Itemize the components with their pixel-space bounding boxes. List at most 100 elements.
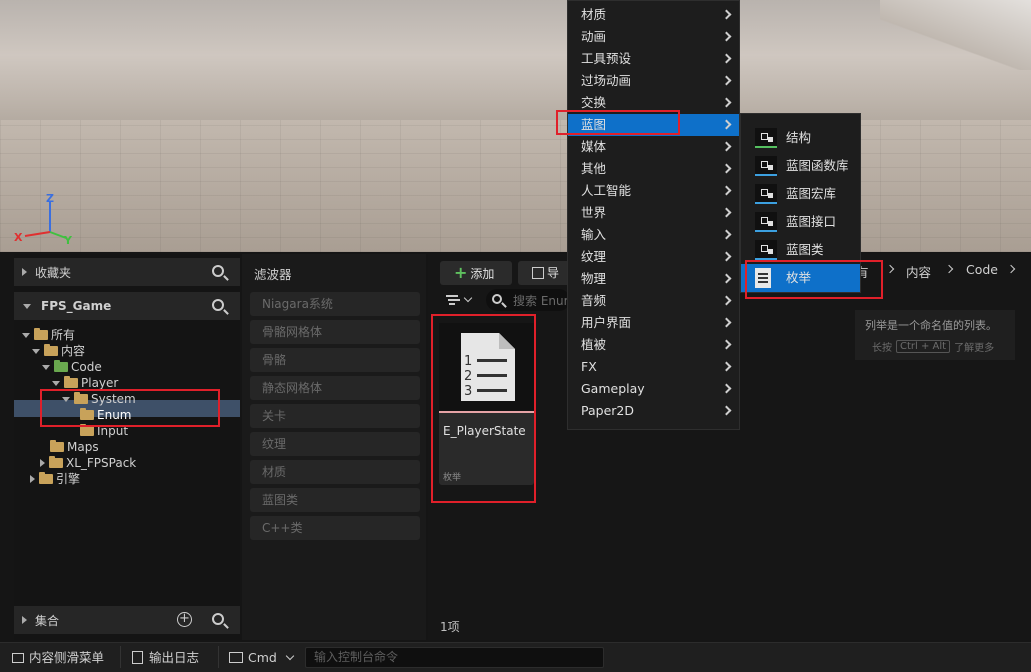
menu-item-media[interactable]: 媒体	[568, 136, 739, 158]
menu-item-paper2d[interactable]: Paper2D	[568, 400, 739, 422]
submenu-item-macro-library[interactable]: 蓝图宏库	[741, 180, 860, 208]
cmd-dropdown[interactable]: Cmd	[229, 644, 299, 672]
menu-item-physics[interactable]: 物理	[568, 268, 739, 290]
project-label: FPS_Game	[41, 299, 112, 313]
filter-skeletal-mesh[interactable]: 骨骼网格体	[250, 320, 420, 344]
console-input[interactable]: 输入控制台命令	[305, 647, 604, 668]
menu-item-material[interactable]: 材质	[568, 4, 739, 26]
folder-icon	[49, 456, 63, 468]
filter-texture[interactable]: 纹理	[250, 432, 420, 456]
collapse-icon	[52, 380, 60, 386]
filter-cpp-class[interactable]: C++类	[250, 516, 420, 540]
chevron-right-icon	[721, 97, 732, 108]
submenu-item-interface[interactable]: 蓝图接口	[741, 208, 860, 236]
menu-item-label: 交换	[581, 95, 607, 110]
menu-item-texture[interactable]: 纹理	[568, 246, 739, 268]
search-placeholder: 搜索 Enum	[513, 294, 570, 308]
submenu-item-label: 蓝图函数库	[786, 158, 849, 173]
favorites-header[interactable]: 收藏夹	[14, 258, 240, 286]
tree-item-all[interactable]: 所有	[18, 327, 75, 343]
menu-item-label: 纹理	[581, 249, 607, 264]
filter-level[interactable]: 关卡	[250, 404, 420, 428]
search-input[interactable]: 搜索 Enum	[486, 289, 570, 311]
menu-item-audio[interactable]: 音频	[568, 290, 739, 312]
project-header[interactable]: FPS_Game	[14, 292, 240, 320]
search-icon[interactable]	[212, 265, 224, 277]
tree-item-maps[interactable]: Maps	[50, 439, 99, 455]
submenu-item-label: 蓝图接口	[786, 214, 837, 229]
menu-item-tool-presets[interactable]: 工具预设	[568, 48, 739, 70]
chevron-right-icon	[721, 9, 732, 20]
menu-item-label: 材质	[581, 7, 607, 22]
tooltip-hint-prefix: 长按	[872, 343, 892, 354]
menu-item-cinematics[interactable]: 过场动画	[568, 70, 739, 92]
folder-icon	[34, 328, 48, 340]
tree-item-xl-fpspack[interactable]: XL_FPSPack	[36, 455, 136, 471]
level-viewport[interactable]: Z X Y	[0, 0, 1031, 252]
sources-panel: 收藏夹 FPS_Game 所有 内容 Code Player System En…	[14, 254, 240, 640]
folder-icon	[64, 376, 78, 388]
add-label: 添加	[470, 267, 495, 281]
search-icon	[492, 294, 502, 304]
menu-item-ui[interactable]: 用户界面	[568, 312, 739, 334]
filter-material[interactable]: 材质	[250, 460, 420, 484]
chevron-right-icon	[721, 317, 732, 328]
add-button[interactable]: + 添加	[440, 261, 512, 285]
search-icon[interactable]	[212, 299, 224, 311]
annotation-highlight-blueprint	[556, 110, 680, 135]
filter-blueprint-class[interactable]: 蓝图类	[250, 488, 420, 512]
menu-item-label: 植被	[581, 337, 607, 352]
chevron-right-icon	[721, 185, 732, 196]
menu-item-gameplay[interactable]: Gameplay	[568, 378, 739, 400]
collapse-icon	[23, 303, 31, 309]
import-button[interactable]: 导入	[518, 261, 570, 285]
submenu-item-function-library[interactable]: 蓝图函数库	[741, 152, 860, 180]
menu-item-label: 工具预设	[581, 51, 632, 66]
menu-item-label: 输入	[581, 227, 607, 242]
chevron-right-icon	[721, 207, 732, 218]
filter-dropdown[interactable]	[444, 292, 478, 308]
breadcrumb-item[interactable]: 内容	[906, 262, 931, 281]
menu-item-fx[interactable]: FX	[568, 356, 739, 378]
struct-icon	[755, 128, 777, 148]
content-drawer-button[interactable]: 内容侧滑菜单	[12, 644, 118, 672]
favorites-label: 收藏夹	[35, 265, 72, 280]
tooltip-text: 列举是一个命名值的列表。	[865, 319, 997, 332]
filter-niagara[interactable]: Niagara系统	[250, 292, 420, 316]
filter-static-mesh[interactable]: 静态网格体	[250, 376, 420, 400]
blueprint-icon	[755, 240, 777, 260]
tree-item-content[interactable]: 内容	[28, 343, 85, 359]
chevron-right-icon	[721, 405, 732, 416]
chevron-right-icon	[721, 229, 732, 240]
menu-item-misc[interactable]: 其他	[568, 158, 739, 180]
chevron-right-icon	[721, 295, 732, 306]
menu-item-foliage[interactable]: 植被	[568, 334, 739, 356]
search-icon[interactable]	[212, 613, 224, 625]
filter-icon	[446, 295, 458, 297]
menu-item-label: 其他	[581, 161, 607, 176]
filter-skeleton[interactable]: 骨骼	[250, 348, 420, 372]
tooltip-hint: 长按 Ctrl + Alt 了解更多	[872, 339, 994, 354]
breadcrumb-item[interactable]: Code	[966, 262, 998, 277]
menu-item-animation[interactable]: 动画	[568, 26, 739, 48]
tree-item-code[interactable]: Code	[38, 359, 102, 375]
tree-item-label: Maps	[67, 440, 99, 454]
menu-item-label: 动画	[581, 29, 607, 44]
tree-item-label: Code	[71, 360, 102, 374]
tooltip-hint-key: Ctrl + Alt	[896, 340, 951, 353]
collections-header[interactable]: 集合 +	[14, 606, 240, 634]
folder-icon	[50, 440, 64, 452]
folder-icon	[39, 472, 53, 484]
filters-title: 滤波器	[254, 267, 292, 282]
chevron-right-icon	[721, 163, 732, 174]
tree-item-label: 引擎	[56, 472, 81, 486]
submenu-item-struct[interactable]: 结构	[741, 124, 860, 152]
menu-item-ai[interactable]: 人工智能	[568, 180, 739, 202]
menu-item-input[interactable]: 输入	[568, 224, 739, 246]
add-collection-icon[interactable]: +	[177, 612, 192, 627]
tooltip-hint-suffix: 了解更多	[954, 343, 995, 354]
menu-item-world[interactable]: 世界	[568, 202, 739, 224]
import-icon	[532, 267, 544, 279]
output-log-button[interactable]: 输出日志	[132, 644, 216, 672]
tree-item-engine[interactable]: 引擎	[26, 471, 80, 487]
